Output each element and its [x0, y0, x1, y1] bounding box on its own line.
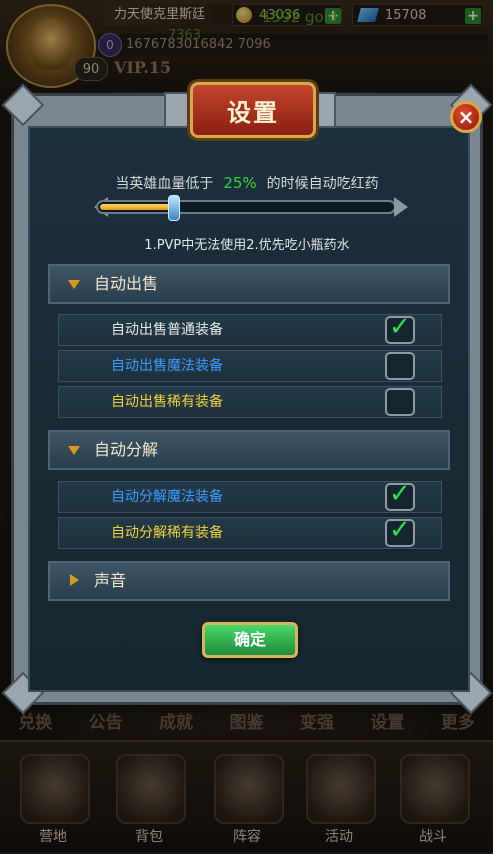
dialog-title: 设置 [190, 82, 316, 138]
option-label: 自动出售稀有装备 [111, 394, 223, 410]
option-label: 自动出售普通装备 [111, 322, 223, 338]
section-sound-label: 声音 [94, 571, 127, 590]
settings-dialog: 设置 × 当英雄血量低于 25% 的时候自动吃红药 1.PVP中无法使用2.优先吃小… [1, 82, 493, 715]
slider-increase-icon[interactable] [394, 197, 408, 217]
section-sound[interactable]: 声音 [48, 561, 450, 601]
triangle-down-icon [68, 446, 80, 455]
checkmark-icon: ✓ [389, 312, 411, 342]
option-sell-normal[interactable]: 自动出售普通装备 ✓ [58, 314, 442, 346]
hp-slider[interactable] [96, 200, 396, 214]
hp-slider-handle[interactable] [168, 195, 180, 221]
option-sell-magic[interactable]: 自动出售魔法装备 [58, 350, 442, 382]
option-decompose-rare[interactable]: 自动分解稀有装备 ✓ [58, 517, 442, 549]
section-auto-sell-label: 自动出售 [94, 274, 159, 293]
option-sell-rare[interactable]: 自动出售稀有装备 [58, 386, 442, 418]
section-auto-sell[interactable]: 自动出售 [48, 264, 450, 304]
hp-suffix: 的时候自动吃红药 [266, 176, 379, 192]
hp-threshold-text: 当英雄血量低于 25% 的时候自动吃红药 [14, 173, 480, 193]
hp-prefix: 当英雄血量低于 [115, 176, 214, 192]
sell-normal-checkbox[interactable]: ✓ [385, 312, 415, 344]
potion-tip: 1.PVP中无法使用2.优先吃小瓶药水 [144, 238, 350, 253]
hp-slider-fill [100, 204, 174, 210]
section-auto-decompose[interactable]: 自动分解 [48, 430, 450, 470]
option-label: 自动分解稀有装备 [111, 525, 223, 541]
option-label: 自动出售魔法装备 [111, 358, 223, 374]
hp-percent: 25% [223, 174, 257, 192]
triangle-down-icon [68, 280, 80, 289]
checkmark-icon: ✓ [389, 479, 411, 509]
confirm-button[interactable]: 确定 [202, 622, 298, 658]
sell-magic-checkbox[interactable] [385, 352, 415, 380]
close-icon: × [457, 105, 475, 129]
checkmark-icon: ✓ [389, 515, 411, 545]
section-auto-decompose-label: 自动分解 [94, 440, 159, 459]
option-decompose-magic[interactable]: 自动分解魔法装备 ✓ [58, 481, 442, 513]
sell-rare-checkbox[interactable] [385, 388, 415, 416]
option-label: 自动分解魔法装备 [111, 489, 223, 505]
triangle-right-icon [70, 574, 79, 586]
close-button[interactable]: × [450, 101, 482, 133]
decompose-magic-checkbox[interactable]: ✓ [385, 479, 415, 511]
decompose-rare-checkbox[interactable]: ✓ [385, 515, 415, 547]
